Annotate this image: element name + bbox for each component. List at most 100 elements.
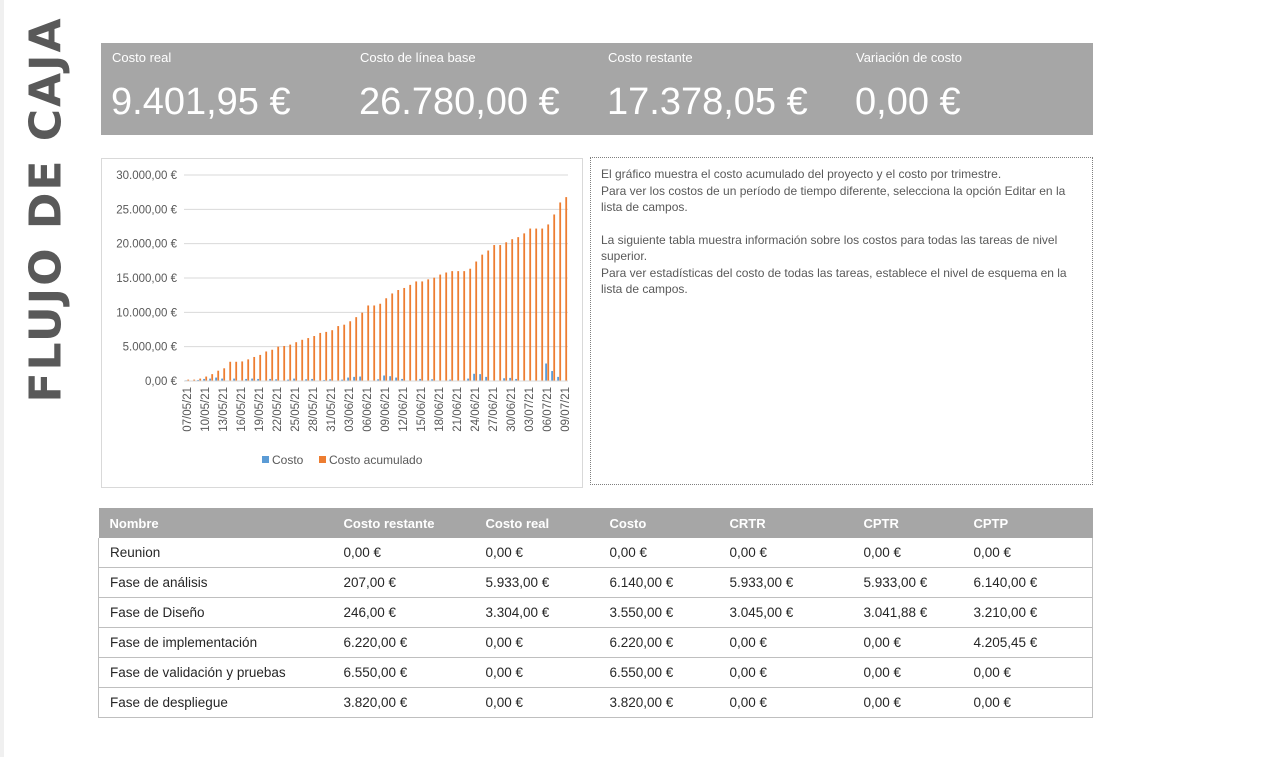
bar-costo-acumulado	[523, 233, 526, 381]
table-cell: Fase de validación y pruebas	[98, 657, 333, 688]
bar-costo-acumulado	[283, 345, 286, 381]
bar-costo-acumulado	[271, 349, 274, 381]
x-tick-label: 16/05/21	[236, 387, 248, 432]
table-cell: 0,00 €	[332, 538, 475, 568]
bar-costo-acumulado	[505, 242, 508, 381]
x-tick-label: 21/06/21	[452, 387, 464, 432]
table-cell: Fase de despliegue	[98, 687, 333, 718]
bar-costo-acumulado	[487, 250, 490, 381]
bar-costo-acumulado	[475, 261, 478, 381]
bar-costo-acumulado	[331, 330, 334, 381]
kpi-band: Costo real 9.401,95 € Costo de línea bas…	[101, 43, 1093, 135]
kpi-label: Costo de línea base	[360, 50, 476, 65]
bar-costo-acumulado	[499, 245, 502, 381]
bar-costo-acumulado	[223, 368, 226, 381]
table-cell: 6.550,00 €	[598, 657, 719, 688]
column-header: CPTP	[962, 508, 1093, 538]
x-tick-label: 24/06/21	[470, 387, 482, 432]
table-row[interactable]: Fase de Diseño 246,00 € 3.304,00 € 3.550…	[98, 597, 1093, 628]
cost-table: Nombre Costo restante Costo real Costo C…	[98, 508, 1093, 718]
bar-costo-acumulado	[457, 271, 460, 381]
bar-costo-acumulado	[355, 317, 358, 381]
table-cell: Fase de Diseño	[98, 597, 333, 628]
column-header: Costo	[598, 508, 719, 538]
table-cell: 6.220,00 €	[598, 627, 719, 658]
bar-costo-acumulado	[313, 336, 316, 381]
bar-costo-acumulado	[493, 245, 496, 381]
y-tick-label: 15.000,00 €	[116, 273, 177, 285]
table-cell: 5.933,00 €	[718, 567, 853, 598]
x-tick-label: 12/06/21	[398, 387, 410, 432]
page-title: FLUJO DE CAJA	[20, 15, 72, 403]
column-header: Costo restante	[332, 508, 475, 538]
y-tick-label: 10.000,00 €	[116, 307, 177, 319]
table-cell: Fase de implementación	[98, 627, 333, 658]
bar-costo	[353, 376, 355, 381]
bar-costo-acumulado	[469, 268, 472, 381]
table-cell: Fase de análisis	[98, 567, 333, 598]
table-row[interactable]: Reunion 0,00 € 0,00 € 0,00 € 0,00 € 0,00…	[98, 538, 1093, 568]
table-cell: 0,00 €	[852, 627, 963, 658]
bar-costo-acumulado	[385, 298, 388, 381]
x-tick-label: 06/06/21	[362, 387, 374, 432]
kpi-costo-real: Costo real 9.401,95 €	[101, 43, 349, 135]
table-row[interactable]: Fase de análisis 207,00 € 5.933,00 € 6.1…	[98, 567, 1093, 598]
bar-costo-acumulado	[445, 272, 448, 381]
bar-costo-acumulado	[481, 254, 484, 381]
chart-canvas: 0,00 € 5.000,00 € 10.000,00 € 15.000,00 € 20…	[116, 170, 572, 467]
bar-costo-acumulado	[421, 281, 424, 381]
bar-costo-acumulado	[427, 279, 430, 381]
bar-costo-acumulado	[337, 326, 340, 381]
note-line: El gráfico muestra el costo acumulado de…	[601, 167, 1002, 181]
bar-costo-acumulado	[307, 338, 310, 381]
cash-flow-chart[interactable]: 0,00 € 5.000,00 € 10.000,00 € 15.000,00 € 20…	[101, 158, 583, 488]
legend-swatch-costo-acumulado	[319, 456, 326, 463]
bar-costo-acumulado	[253, 356, 256, 381]
table-cell: 3.820,00 €	[598, 687, 719, 718]
table-row[interactable]: Fase de implementación 6.220,00 € 0,00 €…	[98, 627, 1093, 658]
x-tick-label: 09/06/21	[380, 387, 392, 432]
bar-costo-acumulado	[415, 281, 418, 381]
legend-swatch-costo	[262, 456, 269, 463]
bar-costo	[473, 373, 475, 381]
kpi-label: Variación de costo	[856, 50, 962, 65]
x-tick-label: 19/05/21	[254, 387, 266, 432]
note-line: Para ver los costos de un período de tie…	[601, 183, 1066, 215]
bar-costo-acumulado	[433, 277, 436, 381]
table-cell: 3.041,88 €	[852, 597, 963, 628]
kpi-value: 0,00 €	[855, 81, 961, 123]
x-tick-label: 09/07/21	[560, 387, 572, 432]
kpi-value: 9.401,95 €	[111, 81, 291, 123]
y-tick-label: 5.000,00 €	[123, 342, 178, 354]
x-tick-label: 31/05/21	[326, 387, 338, 432]
y-tick-label: 30.000,00 €	[116, 170, 177, 182]
table-cell: 0,00 €	[718, 687, 853, 718]
bar-costo-acumulado	[391, 293, 394, 381]
table-cell: 4.205,45 €	[962, 627, 1093, 658]
bar-costo-acumulado	[565, 197, 568, 381]
kpi-costo-restante: Costo restante 17.378,05 €	[597, 43, 845, 135]
table-row[interactable]: Fase de despliegue 3.820,00 € 0,00 € 3.8…	[98, 687, 1093, 718]
bar-costo-acumulado	[559, 202, 562, 381]
legend-label-costo-acumulado: Costo acumulado	[329, 453, 423, 467]
bar-costo-acumulado	[319, 332, 322, 381]
table-cell: 6.220,00 €	[332, 627, 475, 658]
bar-costo-acumulado	[373, 305, 376, 381]
note-line: Para ver estadísticas del costo de todas…	[601, 265, 1067, 297]
table-cell: 0,00 €	[852, 687, 963, 718]
kpi-value: 26.780,00 €	[359, 81, 560, 123]
table-cell: 0,00 €	[852, 538, 963, 568]
table-cell: Reunion	[98, 538, 333, 568]
table-row[interactable]: Fase de validación y pruebas 6.550,00 € …	[98, 657, 1093, 688]
info-text-box[interactable]: El gráfico muestra el costo acumulado de…	[590, 157, 1093, 485]
table-cell: 0,00 €	[718, 657, 853, 688]
x-tick-label: 07/05/21	[182, 387, 194, 432]
bar-costo-acumulado	[535, 228, 538, 381]
bar-costo-acumulado	[241, 361, 244, 381]
bar-costo-acumulado	[259, 354, 262, 381]
bar-costo-acumulado	[217, 370, 220, 381]
y-tick-label: 25.000,00 €	[116, 204, 177, 216]
table-cell: 6.140,00 €	[962, 567, 1093, 598]
table-cell: 6.140,00 €	[598, 567, 719, 598]
table-cell: 0,00 €	[852, 657, 963, 688]
